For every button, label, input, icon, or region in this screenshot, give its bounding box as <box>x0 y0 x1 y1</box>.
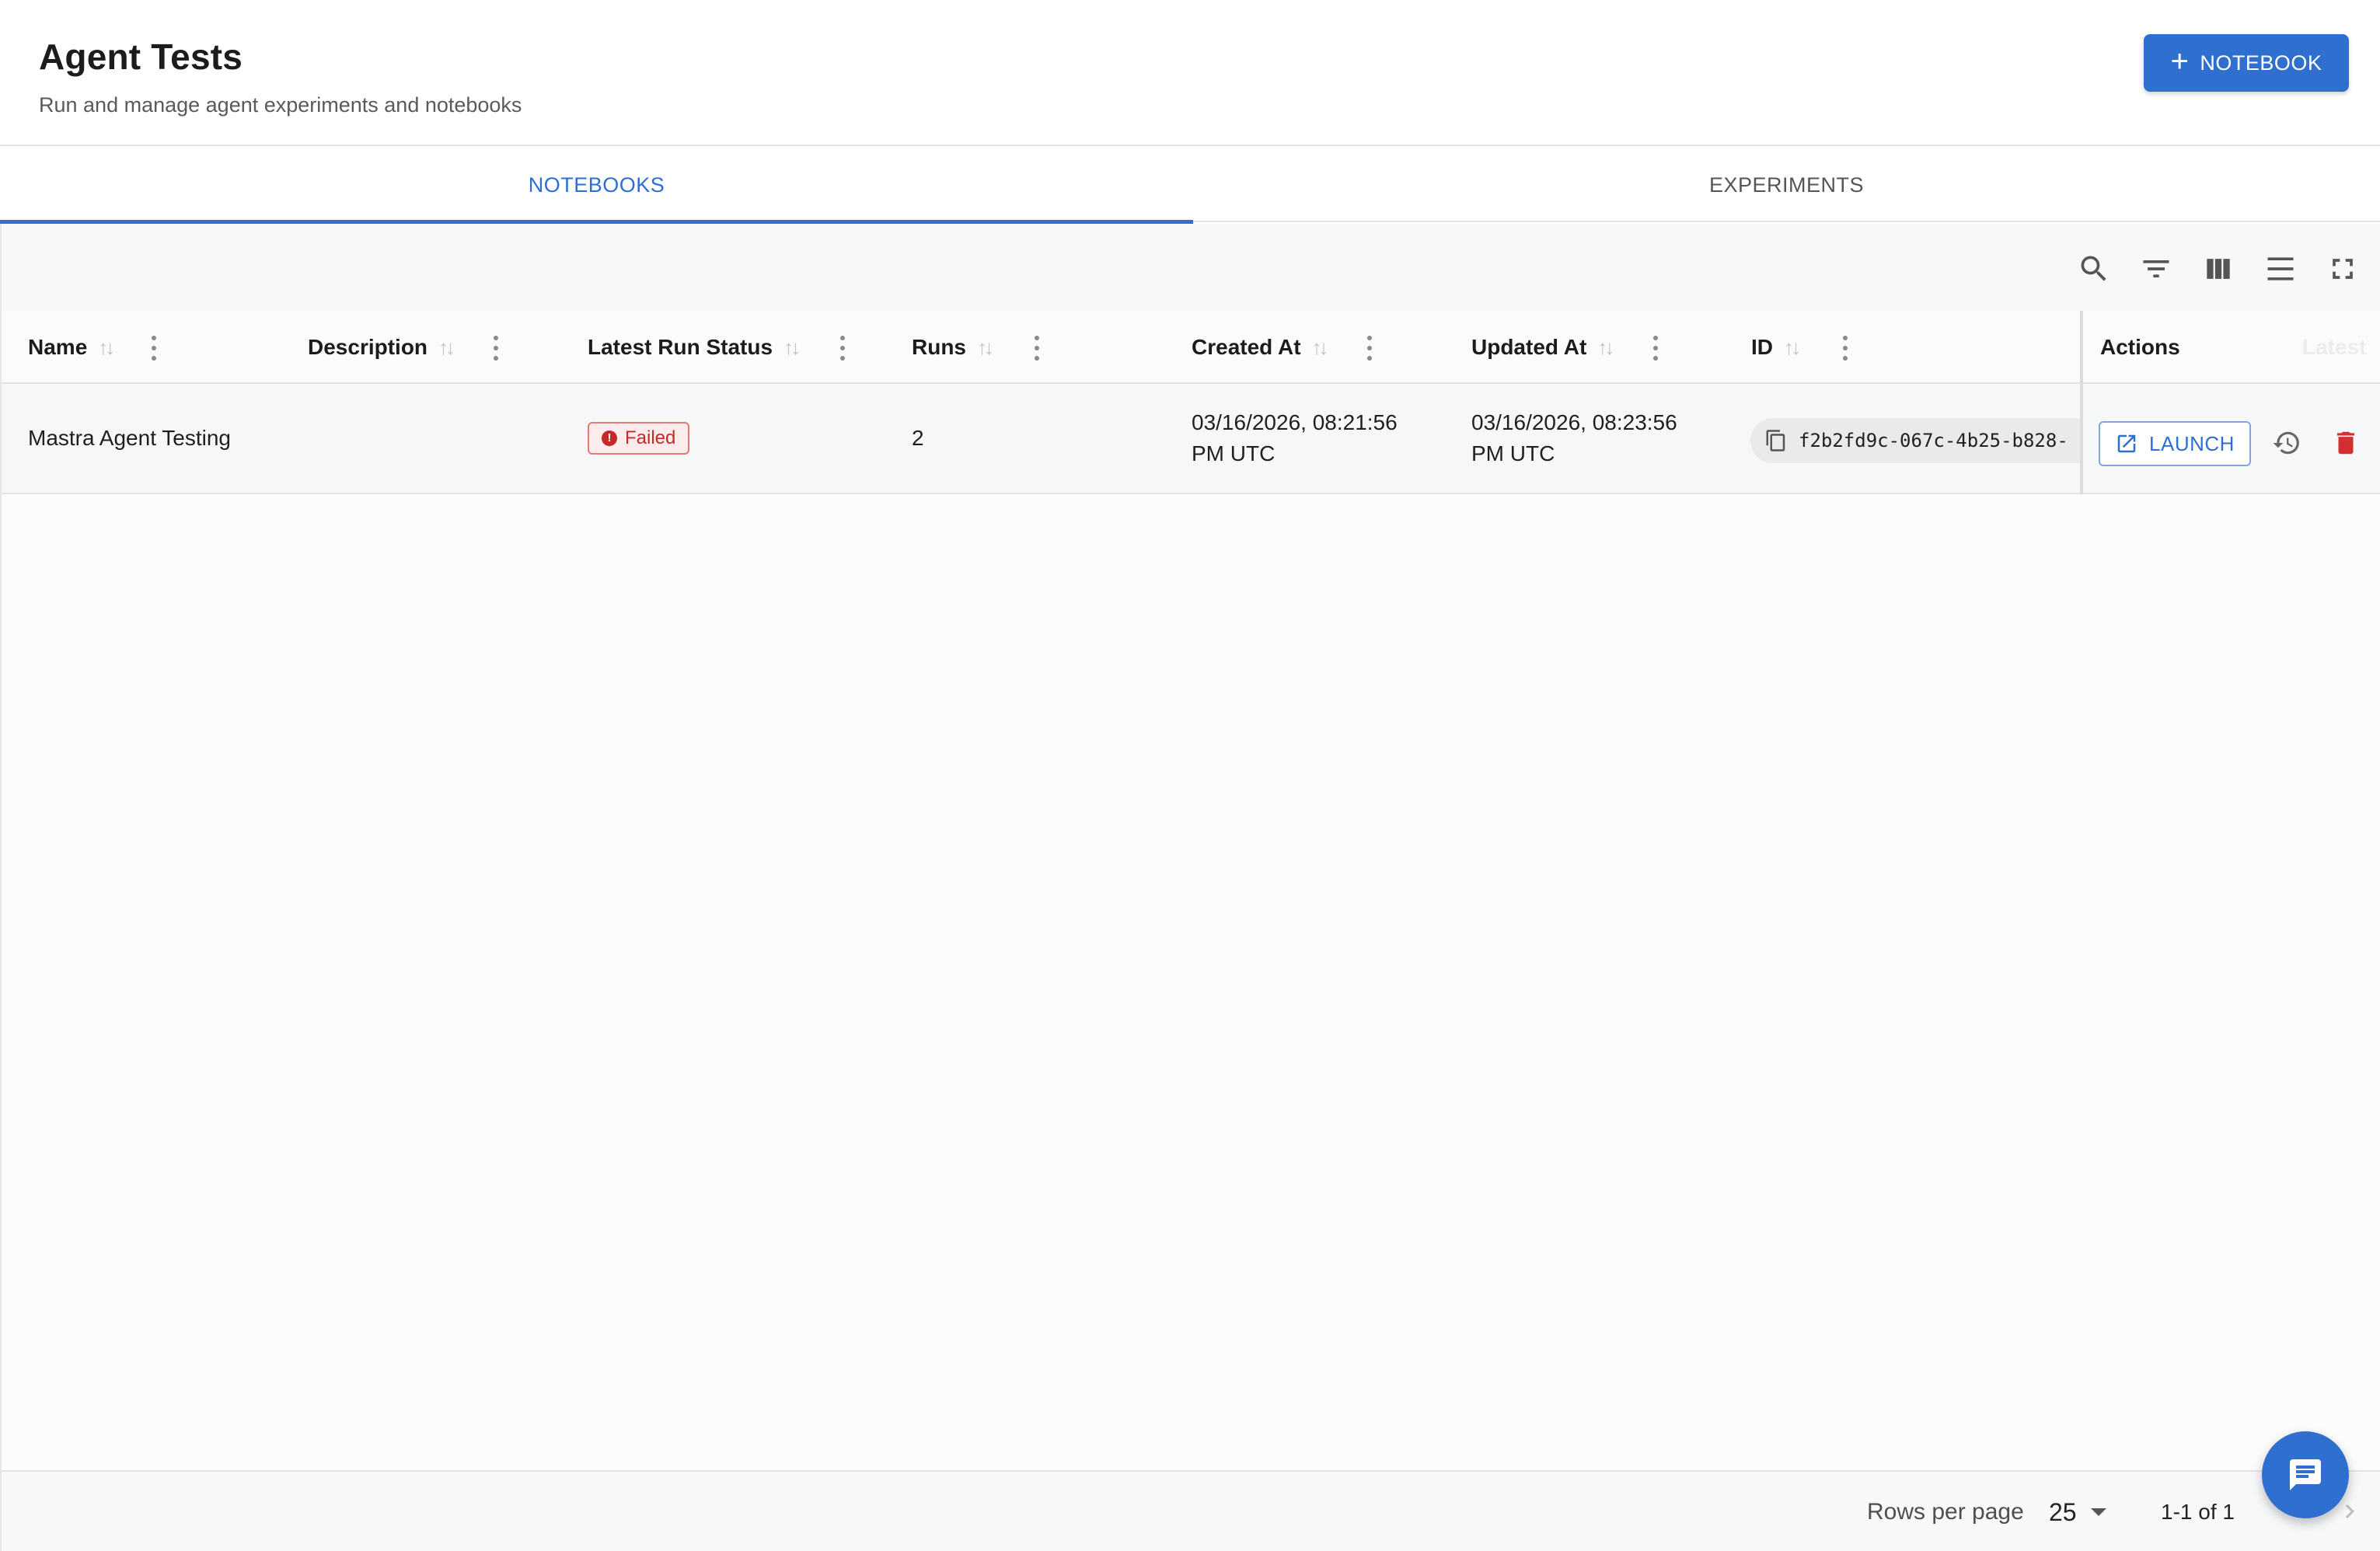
sort-icon[interactable]: ↑↓ <box>1312 336 1329 360</box>
column-header-name[interactable]: Name ↑↓ <box>28 311 115 384</box>
id-value: f2b2fd9c-067c-4b25-b828- <box>1799 430 2068 451</box>
page-title: Agent Tests <box>39 37 243 77</box>
cell-status: ! Failed <box>588 384 690 493</box>
id-chip[interactable]: f2b2fd9c-067c-4b25-b828- <box>1750 418 2082 463</box>
notebooks-panel: Name ↑↓ Description ↑↓ Latest Run Status ↑↓… <box>0 224 2380 1551</box>
column-header-updated-at[interactable]: Updated At ↑↓ <box>1471 311 1614 384</box>
tab-bar: NOTEBOOKS EXPERIMENTS <box>0 148 2380 224</box>
tab-experiments[interactable]: EXPERIMENTS <box>1193 148 2380 222</box>
status-badge: ! Failed <box>588 422 690 455</box>
open-external-icon <box>2117 434 2136 453</box>
sort-icon[interactable]: ↑↓ <box>438 336 455 360</box>
history-icon[interactable] <box>2267 423 2307 463</box>
column-menu-icon[interactable] <box>146 333 162 364</box>
column-header-latest-faded: Latest <box>2302 335 2367 359</box>
columns-icon[interactable] <box>2197 247 2240 291</box>
chat-button[interactable] <box>2262 1431 2349 1518</box>
sort-icon[interactable]: ↑↓ <box>1597 336 1614 360</box>
filter-icon[interactable] <box>2134 247 2178 291</box>
column-menu-icon[interactable] <box>488 333 504 364</box>
table-toolbar <box>2 224 2380 311</box>
add-notebook-label: NOTEBOOK <box>2200 51 2322 75</box>
launch-button[interactable]: LAUNCH <box>2099 421 2251 466</box>
chevron-down-icon <box>2090 1508 2106 1516</box>
column-header-id[interactable]: ID ↑↓ <box>1751 311 1801 384</box>
sort-icon[interactable]: ↑↓ <box>98 336 115 360</box>
add-notebook-button[interactable]: + NOTEBOOK <box>2144 34 2349 92</box>
column-menu-icon[interactable] <box>1648 333 1663 364</box>
density-icon[interactable] <box>2259 247 2302 291</box>
page-subtitle: Run and manage agent experiments and not… <box>39 93 522 117</box>
page-header: Agent Tests Run and manage agent experim… <box>0 0 2380 146</box>
tab-notebooks[interactable]: NOTEBOOKS <box>0 148 1193 224</box>
column-header-latest-run-status[interactable]: Latest Run Status ↑↓ <box>588 311 801 384</box>
column-header-actions: Actions <box>2100 335 2180 359</box>
cell-created-at: 03/16/2026, 08:21:56 PM UTC <box>1192 410 1398 465</box>
pinned-column-divider <box>2080 311 2083 494</box>
column-menu-icon[interactable] <box>1837 333 1853 364</box>
rows-per-page-label: Rows per page <box>1867 1499 2024 1525</box>
sort-icon[interactable]: ↑↓ <box>783 336 801 360</box>
fullscreen-icon[interactable] <box>2321 247 2364 291</box>
table-footer: Rows per page 25 1-1 of 1 <box>2 1470 2380 1551</box>
delete-icon[interactable] <box>2326 423 2366 463</box>
table-header: Name ↑↓ Description ↑↓ Latest Run Status ↑↓… <box>2 311 2380 384</box>
column-header-created-at[interactable]: Created At ↑↓ <box>1192 311 1329 384</box>
column-header-runs[interactable]: Runs ↑↓ <box>912 311 994 384</box>
cell-runs: 2 <box>912 426 924 450</box>
column-menu-icon[interactable] <box>1362 333 1377 364</box>
table-row[interactable]: Mastra Agent Testing ! Failed 2 03/16/20… <box>2 384 2380 494</box>
copy-icon[interactable] <box>1764 429 1788 452</box>
sort-icon[interactable]: ↑↓ <box>977 336 994 360</box>
cell-updated-at: 03/16/2026, 08:23:56 PM UTC <box>1471 410 1677 465</box>
column-menu-icon[interactable] <box>835 333 850 364</box>
rows-per-page-select[interactable]: 25 <box>2049 1472 2106 1551</box>
plus-icon: + <box>2170 44 2190 78</box>
column-menu-icon[interactable] <box>1029 333 1045 364</box>
search-icon[interactable] <box>2072 247 2116 291</box>
page-range: 1-1 of 1 <box>2161 1500 2235 1524</box>
cell-name: Mastra Agent Testing <box>28 426 231 450</box>
chat-icon <box>2290 1459 2321 1490</box>
sort-icon[interactable]: ↑↓ <box>1784 336 1801 360</box>
error-icon: ! <box>602 430 617 446</box>
column-header-description[interactable]: Description ↑↓ <box>308 311 455 384</box>
